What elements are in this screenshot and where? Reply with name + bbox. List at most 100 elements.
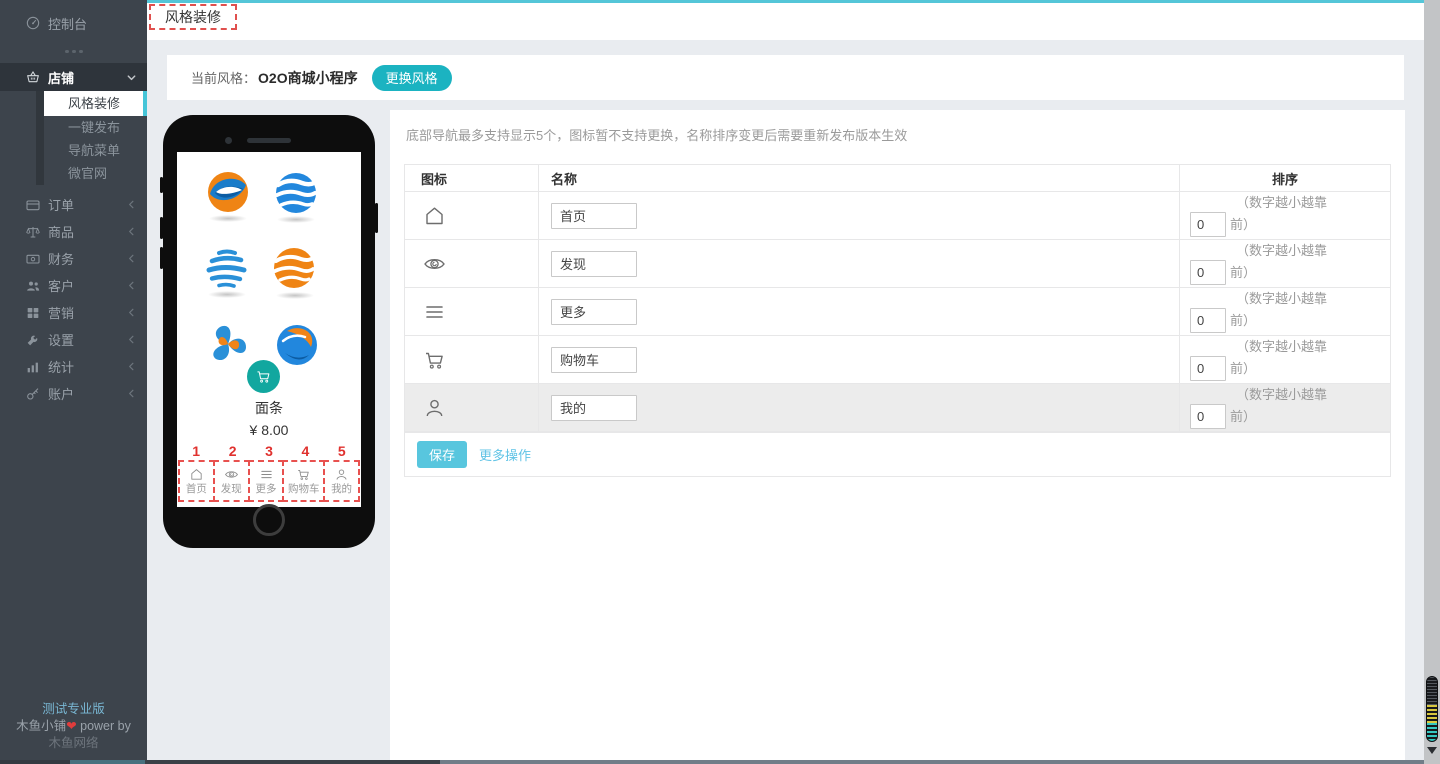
company-name: 木鱼网络 — [0, 735, 147, 752]
table-row: （数字越小越靠 前） — [405, 336, 1390, 384]
chevron-down-icon — [126, 72, 137, 83]
main-area: 风格装修 当前风格： O2O商城小程序 更换风格 — [147, 0, 1424, 760]
change-style-button[interactable]: 更换风格 — [372, 65, 452, 91]
sidebar-item-finance[interactable]: 财务 — [0, 245, 147, 272]
name-input[interactable] — [551, 395, 637, 421]
col-header-sort: 排序 — [1180, 165, 1390, 191]
table-row: （数字越小越靠 前） — [405, 288, 1390, 336]
phone-preview: 面条 ¥ 8.00 1 2 3 4 5 首页 发现 — [163, 115, 375, 548]
sidebar-item-label: 店铺 — [48, 68, 126, 87]
phone-speaker — [247, 138, 291, 143]
taskbar-edge — [0, 760, 1440, 764]
product-image-globe-6 — [275, 323, 319, 367]
phone-nav-more[interactable]: 更多 — [248, 460, 285, 502]
user-icon — [333, 467, 350, 482]
more-actions-link[interactable]: 更多操作 — [479, 445, 531, 464]
eye-icon — [223, 467, 240, 482]
table-row: （数字越小越靠 前） — [405, 384, 1390, 432]
chevron-left-icon — [126, 253, 137, 264]
cart-icon — [255, 368, 272, 385]
product-image-globe-4 — [272, 246, 316, 290]
col-header-name: 名称 — [539, 165, 1180, 191]
phone-nav-cart[interactable]: 购物车 — [282, 460, 325, 502]
product-image-globe-3 — [205, 247, 249, 291]
annotation-numbers: 1 2 3 4 5 — [178, 443, 360, 459]
sidebar-item-settings[interactable]: 设置 — [0, 326, 147, 353]
sort-input[interactable] — [1190, 212, 1226, 237]
logo-shadow — [209, 215, 247, 222]
eye-icon — [421, 252, 448, 276]
bar-chart-icon — [25, 359, 41, 375]
table-actions-row: 保存 更多操作 — [405, 432, 1390, 476]
heart-icon: ❤ — [66, 719, 76, 733]
sidebar-item-statistics[interactable]: 统计 — [0, 353, 147, 380]
chevron-left-icon — [126, 334, 137, 345]
add-to-cart-fab[interactable] — [247, 360, 280, 393]
sort-hint: （数字越小越靠 — [1190, 242, 1380, 260]
chevron-left-icon — [126, 388, 137, 399]
chevron-left-icon — [126, 307, 137, 318]
table-row: （数字越小越靠 前） — [405, 192, 1390, 240]
sidebar-item-customers[interactable]: 客户 — [0, 272, 147, 299]
sidebar-item-account[interactable]: 账户 — [0, 380, 147, 407]
phone-nav-home[interactable]: 首页 — [178, 460, 215, 502]
scroll-down-arrow-icon[interactable] — [1427, 747, 1437, 754]
shop-basket-icon — [25, 69, 41, 85]
vertical-scrollbar[interactable] — [1424, 0, 1440, 764]
current-style-value: O2O商城小程序 — [258, 68, 358, 88]
edition-link[interactable]: 测试专业版 — [0, 701, 147, 718]
phone-power-button — [375, 203, 378, 233]
scrollbar-thumb[interactable] — [1426, 676, 1438, 742]
sidebar-item-style-decoration[interactable]: 风格装修 — [44, 91, 147, 116]
phone-bottom-nav: 首页 发现 更多 购物车 我的 — [178, 460, 360, 502]
menu-icon — [421, 300, 448, 324]
dashboard-icon — [25, 15, 41, 31]
name-input[interactable] — [551, 347, 637, 373]
sort-hint: （数字越小越靠 — [1190, 386, 1380, 404]
key-icon — [25, 386, 41, 402]
phone-home-button — [253, 504, 285, 536]
sidebar-item-console[interactable]: 控制台 — [0, 8, 147, 38]
nav-table: 图标 名称 排序 （数字越小越靠 前） （数字越小越靠 前） — [404, 164, 1391, 477]
sidebar-item-marketing[interactable]: 营销 — [0, 299, 147, 326]
goods-scale-icon — [25, 224, 41, 240]
phone-camera-dot — [225, 137, 232, 144]
wrench-icon — [25, 332, 41, 348]
sort-input[interactable] — [1190, 404, 1226, 429]
sidebar: 控制台 店铺 风格装修 一键发布 导航菜单 微官网 订单 商品 财务 — [0, 0, 147, 760]
product-name: 面条 — [177, 398, 361, 418]
save-button[interactable]: 保存 — [417, 441, 467, 468]
chevron-left-icon — [126, 361, 137, 372]
chevron-left-icon — [126, 280, 137, 291]
sort-input[interactable] — [1190, 260, 1226, 285]
product-image-globe-5 — [206, 322, 250, 366]
sidebar-item-shop[interactable]: 店铺 — [0, 63, 147, 91]
phone-volume-down-button — [160, 247, 163, 269]
table-header-row: 图标 名称 排序 — [405, 165, 1390, 192]
phone-nav-mine[interactable]: 我的 — [323, 460, 360, 502]
phone-mute-switch — [160, 177, 163, 193]
sort-hint: （数字越小越靠 — [1190, 194, 1380, 212]
name-input[interactable] — [551, 203, 637, 229]
sidebar-item-micro-site[interactable]: 微官网 — [44, 162, 147, 185]
sidebar-item-one-key-publish[interactable]: 一键发布 — [44, 116, 147, 139]
menu-icon — [258, 467, 275, 482]
name-input[interactable] — [551, 251, 637, 277]
sidebar-divider — [0, 50, 147, 53]
home-icon — [421, 204, 448, 228]
sidebar-item-orders[interactable]: 订单 — [0, 191, 147, 218]
user-icon — [421, 396, 448, 420]
sort-hint: （数字越小越靠 — [1190, 338, 1380, 356]
shop-submenu: 风格装修 一键发布 导航菜单 微官网 — [0, 91, 147, 185]
name-input[interactable] — [551, 299, 637, 325]
phone-screen: 面条 ¥ 8.00 1 2 3 4 5 首页 发现 — [177, 152, 361, 507]
panel-note: 底部导航最多支持显示5个，图标暂不支持更换，名称排序变更后需要重新发布版本生效 — [390, 110, 1405, 157]
phone-nav-discover[interactable]: 发现 — [213, 460, 250, 502]
sort-input[interactable] — [1190, 308, 1226, 333]
table-row: （数字越小越靠 前） — [405, 240, 1390, 288]
sidebar-item-nav-menu[interactable]: 导航菜单 — [44, 139, 147, 162]
chevron-left-icon — [126, 199, 137, 210]
cart-icon — [295, 467, 312, 482]
sort-input[interactable] — [1190, 356, 1226, 381]
sidebar-item-goods[interactable]: 商品 — [0, 218, 147, 245]
